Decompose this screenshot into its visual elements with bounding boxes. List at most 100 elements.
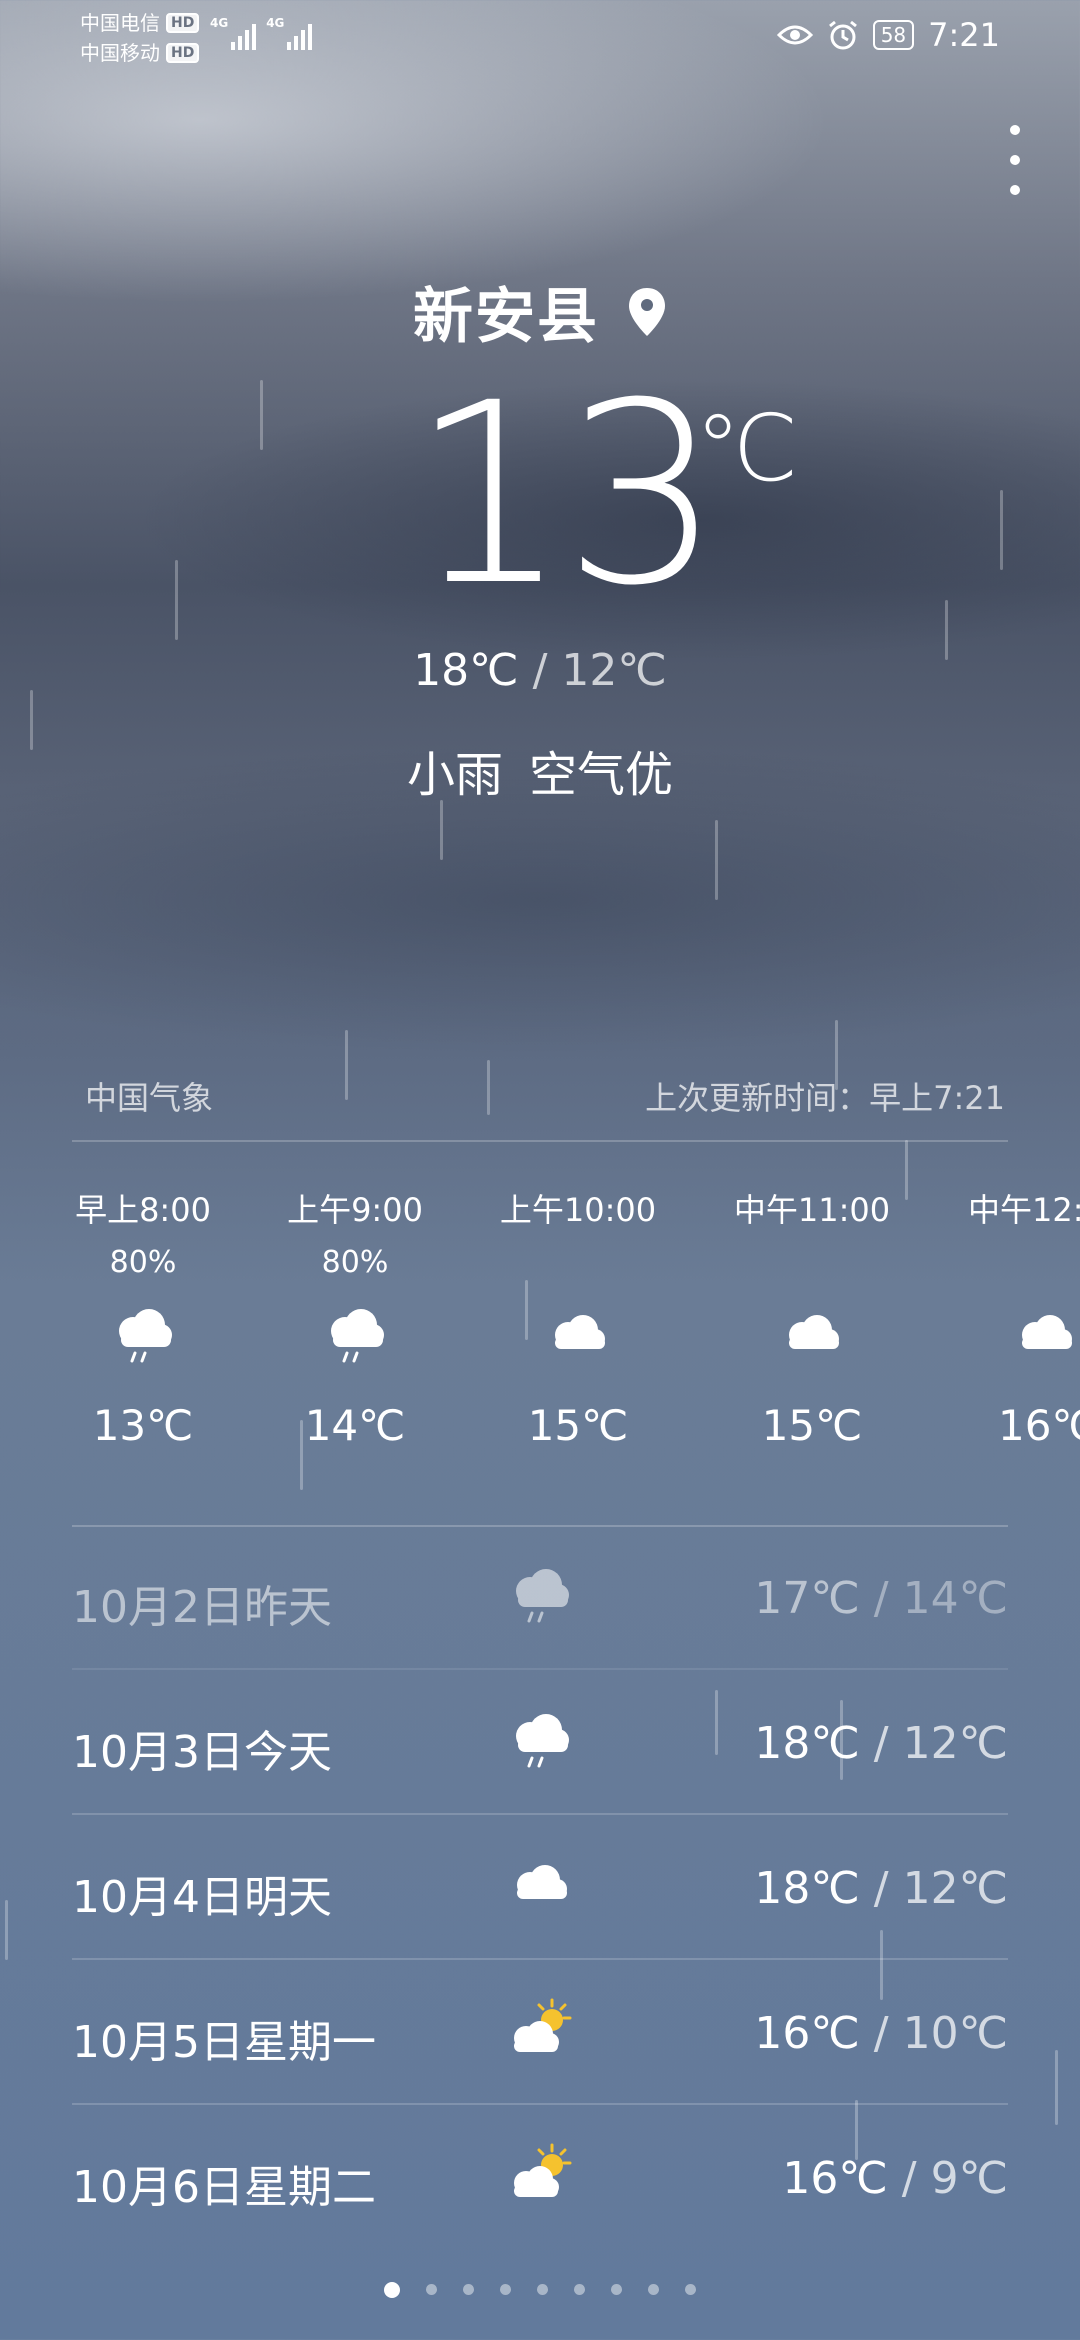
carrier-1: 中国电信 HD: [80, 8, 200, 38]
hourly-forecast[interactable]: 早上8:00 80% 13℃ 上午9:00 80% 14℃ 上午10:00 15…: [0, 1185, 1080, 1505]
daily-row[interactable]: 10月4日明天 18℃ / 12℃: [0, 1815, 1080, 1960]
today-low: 12℃: [561, 645, 667, 696]
status-right: 58 7:21: [776, 16, 1000, 54]
more-options-icon[interactable]: [1000, 125, 1030, 195]
city-name: 新安县: [413, 282, 599, 352]
temp-separator: /: [859, 1573, 903, 1624]
status-bar: 中国电信 HD 中国移动 HD 4G 4G 58 7:21: [0, 0, 1080, 75]
divider: [72, 1140, 1008, 1142]
signal-strength-icon: 4G: [210, 16, 257, 50]
hour-temperature: 16℃: [998, 1401, 1080, 1450]
day-high: 16℃: [782, 2153, 888, 2204]
precipitation-probability: [478, 1245, 678, 1281]
page-dot: [648, 2284, 659, 2295]
day-high: 18℃: [754, 1718, 860, 1769]
day-high: 18℃: [754, 1863, 860, 1914]
carrier-name: 中国移动: [80, 41, 160, 65]
rain-cloud-icon: [500, 1700, 580, 1780]
carrier-name: 中国电信: [80, 11, 160, 35]
last-update-time: 上次更新时间：早上7:21: [645, 1079, 1005, 1117]
temp-separator: /: [518, 645, 562, 696]
rain-cloud-icon: [315, 1295, 395, 1375]
signal-indicators: 4G 4G: [210, 16, 313, 50]
cloud-icon: [772, 1295, 852, 1375]
daily-row[interactable]: 10月5日星期一 16℃ / 10℃: [0, 1960, 1080, 2105]
rain-streak: [487, 1060, 490, 1115]
rain-cloud-icon: [500, 1555, 580, 1635]
day-date: 10月5日星期一: [72, 2017, 376, 2068]
day-date: 10月4日明天: [72, 1872, 332, 1923]
current-condition: 小雨 空气优: [0, 735, 1080, 805]
rain-streak: [260, 380, 263, 450]
signal-strength-icon: 4G: [266, 16, 313, 50]
rain-cloud-icon: [103, 1295, 183, 1375]
day-date: 10月3日今天: [72, 1727, 332, 1778]
location-pin-icon: [629, 287, 665, 336]
data-source[interactable]: 中国气象: [85, 1073, 213, 1119]
hd-badge: HD: [166, 13, 200, 33]
rain-streak: [175, 560, 178, 640]
page-dot: [426, 2284, 437, 2295]
temp-separator: /: [859, 1863, 903, 1914]
page-dot: [537, 2284, 548, 2295]
hourly-item: 中午11:00 15℃: [712, 1185, 912, 1450]
page-dot: [463, 2284, 474, 2295]
temp-separator: /: [887, 2153, 931, 2204]
hour-time: 上午10:00: [499, 1191, 657, 1229]
day-date: 10月2日昨天: [72, 1582, 332, 1633]
day-temperature-range: 18℃ / 12℃: [754, 1718, 1008, 1769]
precipitation-probability: 80%: [321, 1245, 389, 1280]
daily-row[interactable]: 10月6日星期二 16℃ / 9℃: [0, 2105, 1080, 2250]
air-quality[interactable]: 空气优: [529, 747, 673, 803]
network-type-label: 4G: [266, 16, 285, 30]
current-temperature: 13: [410, 349, 722, 640]
hourly-item: 上午10:00 15℃: [478, 1185, 678, 1450]
network-type-label: 4G: [210, 16, 229, 30]
hourly-item: 上午9:00 80% 14℃: [255, 1185, 455, 1450]
hd-badge: HD: [166, 43, 200, 63]
hour-time: 上午9:00: [287, 1191, 423, 1229]
day-low: 12℃: [902, 1718, 1008, 1769]
today-high-low: 18℃ / 12℃: [0, 645, 1080, 696]
temp-separator: /: [859, 1718, 903, 1769]
precipitation-probability: [712, 1245, 912, 1281]
hour-temperature: 14℃: [304, 1401, 406, 1450]
day-low: 9℃: [930, 2153, 1008, 2204]
today-high: 18℃: [413, 645, 519, 696]
hourly-item: 早上8:00 80% 13℃: [43, 1185, 243, 1450]
day-low: 10℃: [902, 2008, 1008, 2059]
page-dot: [685, 2284, 696, 2295]
day-temperature-range: 16℃ / 9℃: [782, 2153, 1008, 2204]
precipitation-probability: 80%: [109, 1245, 177, 1280]
hourly-item: 中午12:00 16℃: [945, 1185, 1080, 1450]
battery-indicator: 58: [872, 20, 915, 50]
hour-time: 中午12:00: [968, 1191, 1080, 1229]
carrier-info: 中国电信 HD 中国移动 HD: [80, 8, 200, 68]
rain-streak: [440, 800, 443, 860]
alarm-icon: [828, 20, 857, 50]
daily-row[interactable]: 10月2日昨天 17℃ / 14℃: [0, 1525, 1080, 1670]
eye-comfort-icon: [776, 25, 813, 45]
daily-forecast: 10月2日昨天 17℃ / 14℃ 10月3日今天 18℃ / 12℃ 10月4…: [0, 1525, 1080, 2250]
location-header[interactable]: 新安县: [0, 268, 1080, 355]
page-indicator[interactable]: [0, 2282, 1080, 2298]
day-low: 14℃: [902, 1573, 1008, 1624]
hour-temperature: 13℃: [92, 1401, 194, 1450]
weather-condition: 小雨: [406, 747, 503, 803]
cloud-icon: [538, 1295, 618, 1375]
cloud-icon: [500, 1845, 580, 1925]
day-temperature-range: 18℃ / 12℃: [754, 1863, 1008, 1914]
day-date: 10月6日星期二: [72, 2162, 376, 2213]
hour-temperature: 15℃: [527, 1401, 629, 1450]
day-temperature-range: 17℃ / 14℃: [754, 1573, 1008, 1624]
rain-streak: [345, 1030, 348, 1100]
page-dot-active: [384, 2282, 400, 2298]
hour-temperature: 15℃: [761, 1401, 863, 1450]
cloud-icon: [1005, 1295, 1080, 1375]
day-low: 12℃: [902, 1863, 1008, 1914]
hour-time: 早上8:00: [75, 1191, 211, 1229]
day-high: 17℃: [754, 1573, 860, 1624]
temp-separator: /: [859, 2008, 903, 2059]
daily-row[interactable]: 10月3日今天 18℃ / 12℃: [0, 1670, 1080, 1815]
page-dot: [611, 2284, 622, 2295]
